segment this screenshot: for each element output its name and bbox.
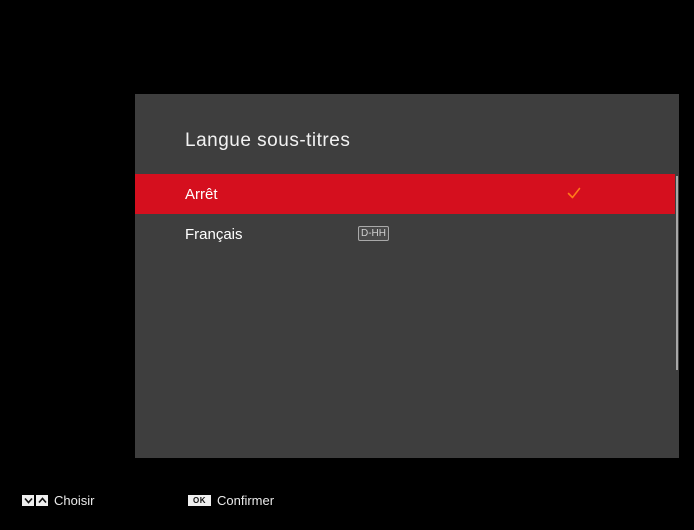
footer-hints: Choisir OK Confirmer [0,488,694,512]
screen: Langue sous-titres Arrêt Français D-HH C… [0,0,694,530]
scrollbar[interactable] [676,176,678,370]
dhh-badge: D-HH [358,226,389,241]
option-french[interactable]: Français D-HH [135,214,675,254]
subtitle-language-dialog: Langue sous-titres Arrêt Français D-HH [135,94,679,458]
confirm-label: Confirmer [217,492,275,508]
option-off[interactable]: Arrêt [135,174,675,214]
dialog-title: Langue sous-titres [185,130,351,151]
chevron-up-icon [36,494,48,506]
option-list: Arrêt Français D-HH [135,174,675,254]
hint-choose: Choisir [22,488,94,512]
ok-key-icon: OK [188,494,211,506]
option-label: Français [185,225,243,243]
option-label: Arrêt [185,185,218,203]
hint-confirm: OK Confirmer [188,488,274,512]
chevron-down-icon [22,494,34,506]
choose-label: Choisir [54,492,95,508]
check-icon [567,187,581,199]
